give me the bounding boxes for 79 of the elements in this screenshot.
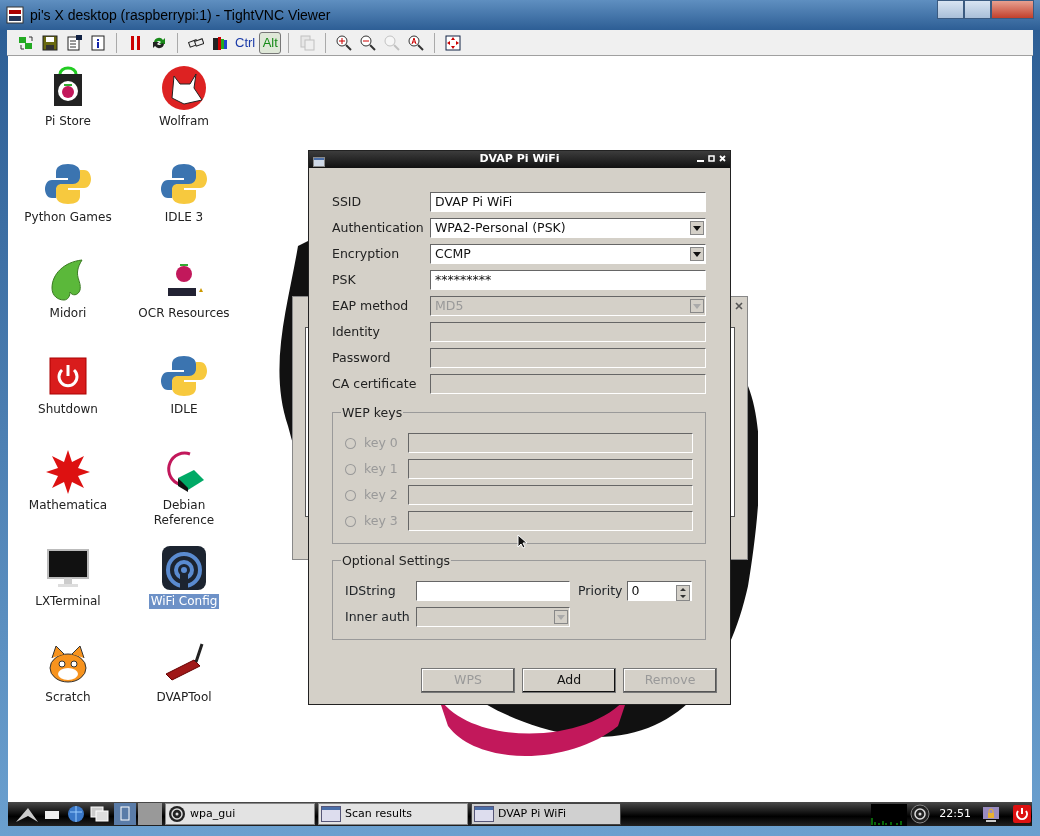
key-label: key 2: [363, 485, 399, 504]
taskbar-task[interactable]: DVAP Pi WiFi: [471, 803, 621, 825]
colorful-bars-icon[interactable]: [212, 34, 228, 51]
desktop-icon-label[interactable]: Python Games: [22, 210, 114, 225]
maximize-icon[interactable]: [708, 155, 715, 162]
minimize-button[interactable]: [937, 0, 964, 19]
input-field[interactable]: [416, 581, 570, 601]
taskbar-task[interactable]: wpa_gui: [165, 803, 315, 825]
field-label: IDString: [345, 581, 397, 600]
close-button[interactable]: [991, 0, 1034, 19]
zoom-auto-icon[interactable]: [408, 34, 425, 51]
field-label: Encryption: [332, 244, 401, 263]
power-icon[interactable]: [1012, 804, 1032, 824]
input-field[interactable]: [407, 485, 693, 505]
key-label: key 1: [363, 459, 399, 478]
spin-arrows-icon[interactable]: [675, 584, 690, 601]
properties-icon[interactable]: [66, 34, 82, 51]
field-label: SSID: [332, 192, 363, 211]
input-field[interactable]: [407, 459, 693, 479]
zoom-in-icon[interactable]: [336, 34, 353, 51]
field-label: Password: [332, 348, 392, 367]
desktop-icon-label[interactable]: DVAPTool: [154, 690, 214, 705]
desktop-icon-label[interactable]: Pi Store: [43, 114, 93, 129]
save-icon[interactable]: [42, 34, 58, 51]
wolf-head-icon[interactable]: [160, 64, 208, 112]
wireless-icon[interactable]: [910, 804, 931, 824]
network-graph-icon: [871, 803, 908, 826]
windows-icon[interactable]: [89, 805, 111, 823]
zoom-out-icon[interactable]: [360, 34, 377, 51]
input-field[interactable]: [407, 511, 693, 531]
dropdown-arrow-icon[interactable]: [693, 251, 701, 257]
vnc-app-icon: [6, 6, 24, 24]
mouse-pointer-icon: [517, 534, 527, 549]
desktop-icon-label[interactable]: LXTerminal: [33, 594, 103, 609]
field-label: EAP method: [332, 296, 410, 315]
desktop-icon-label[interactable]: Mathematica: [26, 498, 110, 513]
dialog-button[interactable]: Add: [522, 668, 616, 693]
toggle-key-button[interactable]: Alt: [259, 31, 282, 54]
desktop-icon-label[interactable]: Debian Reference: [149, 498, 219, 528]
desktop-icon-label[interactable]: OCR Resources: [136, 306, 232, 321]
input-field[interactable]: *********: [430, 270, 706, 290]
window-icon: [313, 157, 325, 167]
desktop-icon-label[interactable]: Scratch: [43, 690, 93, 705]
dropdown-arrow-icon[interactable]: [693, 225, 701, 231]
field-label: Inner auth: [345, 607, 411, 626]
field-label: PSK: [332, 270, 357, 289]
desktop-icon-label[interactable]: IDLE 3: [162, 210, 206, 225]
info-icon[interactable]: [90, 34, 106, 51]
input-field[interactable]: [407, 433, 693, 453]
dropdown[interactable]: WPA2-Personal (PSK): [430, 218, 706, 238]
desktop-icon-label[interactable]: Midori: [47, 306, 89, 321]
desktop-icon-label[interactable]: Wolfram: [156, 114, 211, 129]
field-label: Identity: [332, 322, 381, 341]
group-title: Optional Settings: [341, 552, 452, 571]
key-button[interactable]: Ctrl: [233, 31, 258, 54]
spin-box[interactable]: 0: [626, 581, 692, 601]
field-label: Authentication: [332, 218, 425, 237]
lock-screen-icon[interactable]: [980, 804, 1002, 824]
field-label: CA certificate: [332, 374, 418, 393]
clock: 22:51: [939, 805, 971, 822]
group-title: WEP keys: [341, 404, 404, 423]
window-icon: [474, 806, 494, 822]
dialog-title: DVAP Pi WiFi: [479, 151, 560, 168]
dropdown[interactable]: CCMP: [430, 244, 706, 264]
globe-icon[interactable]: [66, 804, 86, 824]
taskbar-task[interactable]: Scan results: [318, 803, 468, 825]
input-field[interactable]: DVAP Pi WiFi: [430, 192, 706, 212]
window-icon: [321, 806, 341, 822]
window-title: pi's X desktop (raspberrypi:1) - TightVNC Viewer: [30, 5, 331, 25]
field-label: Priority: [578, 581, 623, 600]
wireless-icon: [168, 805, 186, 823]
desktop-icon-label[interactable]: IDLE: [168, 402, 200, 417]
key-label: key 3: [363, 511, 399, 530]
maximize-button[interactable]: [964, 0, 991, 19]
desktop-icon-label[interactable]: Shutdown: [36, 402, 100, 417]
wireless-icon[interactable]: [160, 544, 208, 592]
connection-options-icon[interactable]: [18, 34, 34, 51]
key-label: key 0: [363, 433, 399, 452]
fullscreen-icon[interactable]: [445, 34, 462, 51]
